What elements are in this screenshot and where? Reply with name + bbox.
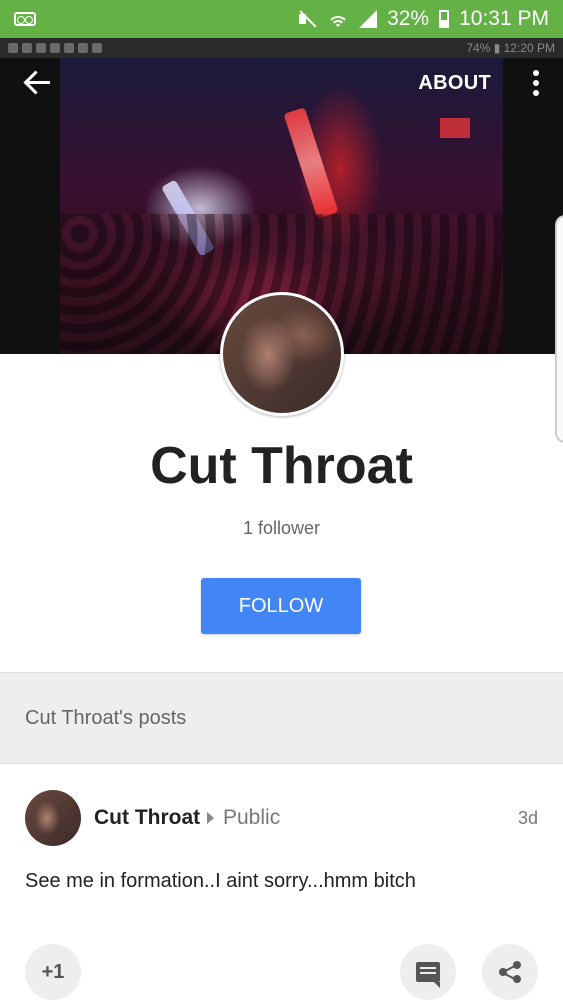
arrow-right-icon <box>207 812 214 824</box>
status-time: 10:31 PM <box>459 7 549 30</box>
nested-status-text: 74% ▮ 12:20 PM <box>466 41 555 55</box>
wifi-icon <box>327 10 350 28</box>
plus-one-button[interactable]: +1 <box>25 944 81 1000</box>
profile-name: Cut Throat <box>150 437 413 495</box>
about-button[interactable]: ABOUT <box>418 72 491 95</box>
posts-section-header: Cut Throat's posts <box>0 672 563 764</box>
signal-icon <box>359 10 378 28</box>
edge-panel-handle[interactable] <box>555 215 563 443</box>
battery-percent: 32% <box>387 7 430 30</box>
mute-icon <box>297 9 317 29</box>
share-button[interactable] <box>482 944 538 1000</box>
comment-button[interactable] <box>400 944 456 1000</box>
status-bar: 32% 10:31 PM <box>0 0 563 38</box>
battery-icon <box>439 10 450 28</box>
notification-icons <box>8 43 102 53</box>
post-text: See me in formation..I aint sorry...hmm … <box>25 870 416 892</box>
profile-avatar[interactable] <box>220 292 344 416</box>
nested-status-bar: 74% ▮ 12:20 PM <box>0 38 563 58</box>
share-icon <box>498 960 522 984</box>
comment-icon <box>416 962 440 988</box>
top-navigation: ABOUT <box>0 58 563 108</box>
voicemail-icon <box>14 12 36 26</box>
posts-section-title: Cut Throat's posts <box>25 706 187 729</box>
post-visibility: Public <box>223 806 281 829</box>
status-indicators: 32% 10:31 PM <box>297 7 549 31</box>
post-author-avatar[interactable] <box>25 790 81 846</box>
more-vert-icon[interactable] <box>531 68 541 98</box>
post-card[interactable]: Cut Throat Public 3d See me in formation… <box>0 764 563 1000</box>
post-author-name[interactable]: Cut Throat <box>94 806 200 830</box>
post-timestamp: 3d <box>517 808 538 828</box>
follower-count[interactable]: 1 follower <box>0 518 563 539</box>
back-arrow-icon[interactable] <box>22 67 54 99</box>
follow-button[interactable]: FOLLOW <box>201 578 361 634</box>
